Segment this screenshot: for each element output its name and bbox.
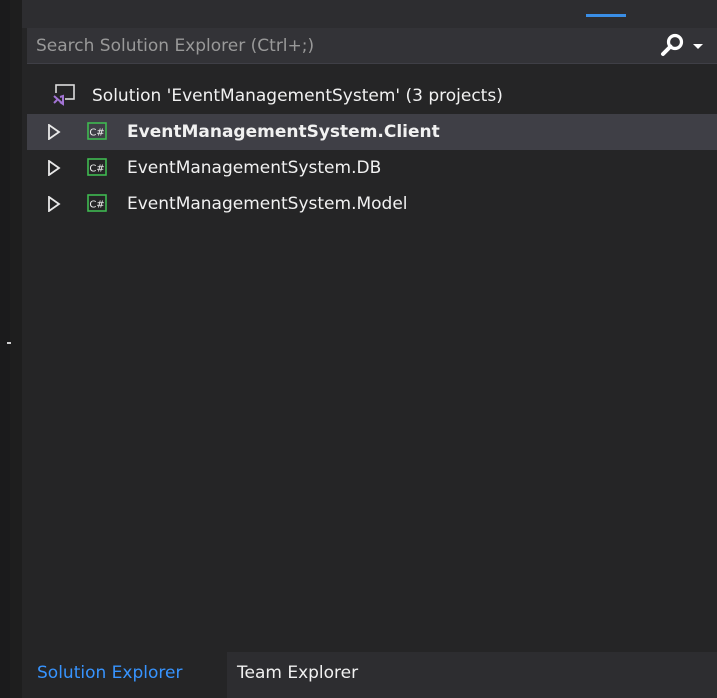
project-label: EventManagementSystem.Model bbox=[127, 194, 408, 214]
search-bar bbox=[27, 28, 717, 64]
expand-arrow-icon[interactable] bbox=[47, 160, 61, 176]
splitter-handle[interactable] bbox=[7, 342, 11, 344]
search-input[interactable] bbox=[36, 32, 636, 60]
expand-arrow-icon[interactable] bbox=[47, 196, 61, 212]
svg-text:C#: C# bbox=[89, 200, 104, 211]
tool-window-tabs: Solution Explorer Team Explorer bbox=[27, 652, 717, 698]
csharp-project-icon: C# bbox=[87, 194, 107, 212]
tab-solution-explorer[interactable]: Solution Explorer bbox=[27, 652, 227, 698]
csharp-project-icon: C# bbox=[87, 122, 107, 140]
solution-label: Solution 'EventManagementSystem' (3 proj… bbox=[92, 86, 503, 106]
tree-item-project[interactable]: C# EventManagementSystem.DB bbox=[27, 150, 717, 186]
solution-explorer-window: Solution 'EventManagementSystem' (3 proj… bbox=[0, 0, 717, 698]
solution-tree: Solution 'EventManagementSystem' (3 proj… bbox=[27, 78, 717, 222]
chevron-down-icon bbox=[693, 44, 703, 49]
search-icon bbox=[661, 33, 703, 56]
project-label: EventManagementSystem.Client bbox=[127, 122, 440, 142]
editor-edge bbox=[0, 0, 10, 698]
expand-arrow-icon[interactable] bbox=[47, 124, 61, 140]
project-label: EventManagementSystem.DB bbox=[127, 158, 382, 178]
left-gutter bbox=[0, 0, 22, 698]
svg-text:C#: C# bbox=[89, 164, 104, 175]
tab-team-explorer[interactable]: Team Explorer bbox=[227, 652, 717, 698]
solution-explorer-panel: Solution 'EventManagementSystem' (3 proj… bbox=[27, 28, 717, 698]
tree-item-solution[interactable]: Solution 'EventManagementSystem' (3 proj… bbox=[27, 78, 717, 114]
tree-item-project[interactable]: C# EventManagementSystem.Model bbox=[27, 186, 717, 222]
active-tab-indicator bbox=[586, 14, 626, 17]
visual-studio-solution-icon bbox=[52, 84, 75, 106]
csharp-project-icon: C# bbox=[87, 158, 107, 176]
tree-item-project[interactable]: C# EventManagementSystem.Client bbox=[27, 114, 717, 150]
search-options-button[interactable] bbox=[655, 32, 711, 60]
svg-text:C#: C# bbox=[89, 128, 104, 139]
